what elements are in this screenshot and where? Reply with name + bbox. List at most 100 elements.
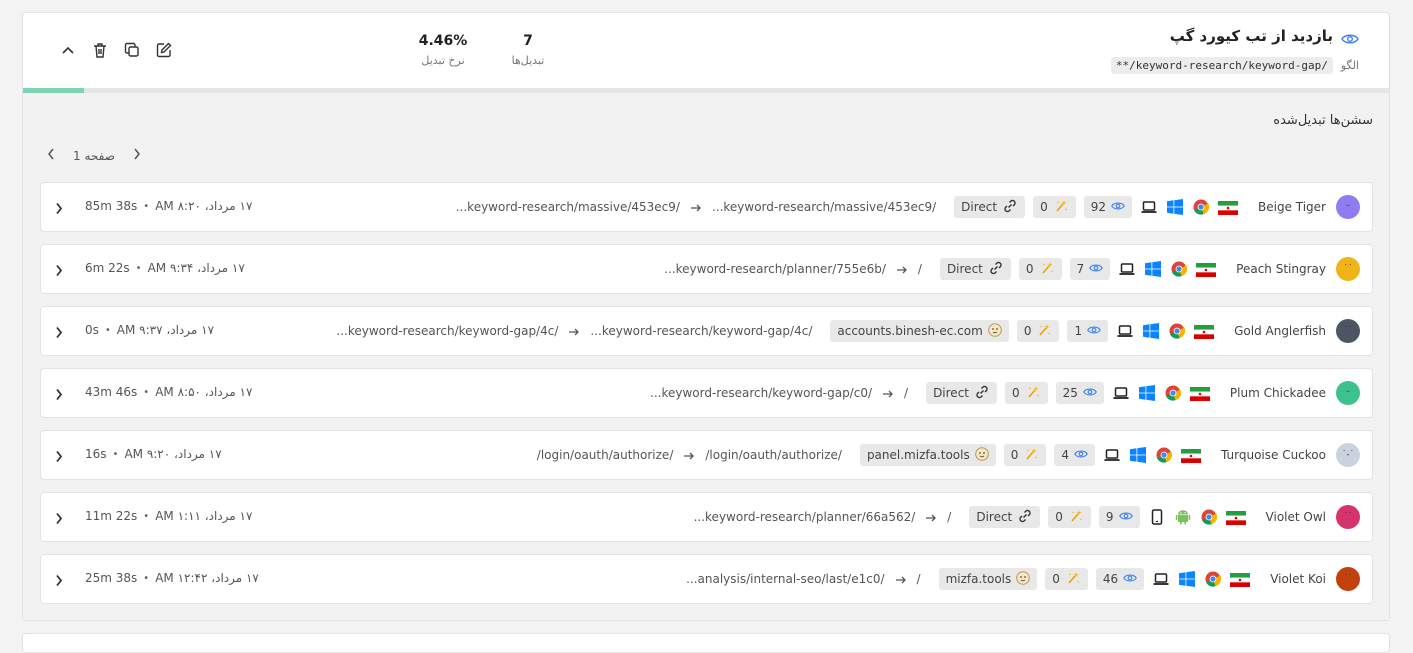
goal-title: بازدید از تب کیورد گپ [1169, 27, 1333, 45]
views-badge: 25 [1055, 382, 1104, 404]
events-count: 0 [1010, 448, 1019, 462]
chrome-icon [1170, 260, 1188, 278]
session-details: /login/oauth/authorize/ /login/oauth/auth… [537, 443, 1360, 467]
session-duration: 85m 38s [85, 199, 138, 213]
conversions-stat: 7 تبدیل‌ها [493, 33, 563, 67]
source-badge: Direct [926, 382, 997, 404]
chevron-right-icon[interactable] [55, 510, 67, 525]
visitor-name: Gold Anglerfish [1234, 324, 1326, 338]
exit-page: ...keyword-research/massive/453ec9/ [455, 200, 680, 214]
rate-label: نرخ تبدیل [421, 54, 465, 67]
windows-icon [1178, 570, 1196, 588]
eye-icon [1074, 448, 1088, 462]
session-row[interactable]: 6m 22s • ۱۷ مرداد، AM ۹:۳۴ ...keyword-resea… [40, 244, 1373, 294]
source-label: Direct [933, 386, 969, 400]
arrow-right-icon [925, 512, 937, 522]
spark-icon [1023, 447, 1039, 464]
session-row[interactable]: 25m 38s • ۱۷ مرداد، AM ۱۲:۴۲ ...analysis/in… [40, 554, 1373, 604]
visitor-name: Plum Chickadee [1229, 386, 1326, 400]
session-details: ...keyword-research/massive/453ec9/ ...ke… [456, 195, 1360, 219]
entry-page: / [947, 510, 952, 524]
exit-page: ...keyword-research/keyword-gap/4c/ [336, 324, 559, 338]
session-details: ...keyword-research/keyword-gap/c0/ / Dire… [650, 381, 1360, 405]
session-date: ۱۷ مرداد، AM ۹:۲۰ [124, 447, 222, 461]
views-badge: 46 [1095, 568, 1145, 590]
views-count: 25 [1062, 386, 1078, 400]
session-meta: 16s • ۱۷ مرداد، AM ۹:۲۰ [85, 447, 222, 461]
prev-page-chevron-icon[interactable] [47, 148, 55, 163]
arrow-right-icon [895, 574, 907, 584]
next-page-chevron-icon[interactable] [133, 148, 141, 163]
copy-icon[interactable] [123, 41, 141, 59]
separator-dot: • [112, 448, 119, 460]
mobile-icon [1148, 508, 1166, 526]
session-meta: 25m 38s • ۱۷ مرداد، AM ۱۲:۴۲ [85, 571, 259, 585]
views-count: 9 [1105, 510, 1114, 524]
session-path: /login/oauth/authorize/ /login/oauth/auth… [537, 448, 842, 462]
session-path: ...keyword-research/keyword-gap/4c/ ...ke… [336, 324, 812, 338]
entry-page: ...keyword-research/massive/453ec9/ [711, 200, 937, 214]
spark-icon [1039, 261, 1055, 278]
events-badge: 0 [1018, 258, 1062, 280]
eye-icon [1083, 386, 1097, 400]
session-details: ...keyword-research/keyword-gap/4c/ ...ke… [336, 319, 1360, 343]
eye-icon [1089, 262, 1104, 276]
iran-flag-icon [1196, 262, 1217, 277]
page-label: صفحه 1 [73, 148, 115, 163]
chevron-up-icon[interactable] [59, 41, 77, 59]
session-row[interactable]: 0s • ۱۷ مرداد، AM ۹:۳۷ ...keyword-research/… [40, 306, 1373, 356]
chevron-right-icon[interactable] [55, 386, 67, 401]
edit-icon[interactable] [155, 41, 173, 59]
source-badge: mizfa.tools [938, 568, 1038, 590]
session-row[interactable]: 11m 22s • ۱۷ مرداد، AM ۱:۱۱ ...keyword-rese… [40, 492, 1373, 542]
iran-flag-icon [1230, 572, 1251, 587]
entry-page: / [916, 572, 921, 586]
eye-icon [1118, 510, 1133, 524]
views-badge: 4 [1054, 444, 1096, 466]
source-label: Direct [961, 200, 998, 214]
session-row[interactable]: 85m 38s • ۱۷ مرداد، AM ۸:۲۰ ...keyword-rese… [40, 182, 1373, 232]
session-meta: 43m 46s • ۱۷ مرداد، AM ۸:۵۰ [85, 385, 252, 399]
chrome-icon [1192, 198, 1210, 216]
chrome-icon [1164, 384, 1182, 402]
chevron-right-icon[interactable] [55, 324, 67, 339]
conversions-value: 7 [523, 33, 533, 49]
events-badge: 0 [1003, 444, 1047, 466]
session-path: ...keyword-research/planner/755e6b/ / [664, 262, 922, 276]
chevron-right-icon[interactable] [55, 262, 67, 277]
views-count: 4 [1061, 448, 1070, 462]
source-label: accounts.binesh-ec.com [837, 324, 983, 338]
source-badge: panel.mizfa.tools [859, 444, 996, 466]
session-duration: 25m 38s [85, 571, 138, 585]
session-path: ...analysis/internal-seo/last/e1c0/ / [686, 572, 921, 586]
iran-flag-icon [1181, 448, 1202, 463]
eye-icon [1111, 200, 1125, 214]
entry-page: / [904, 386, 909, 400]
rate-stat: 4.46% نرخ تبدیل [408, 33, 478, 67]
iran-flag-icon [1225, 510, 1246, 525]
events-count: 0 [1025, 262, 1034, 276]
events-count: 0 [1052, 572, 1060, 586]
session-row[interactable]: 43m 46s • ۱۷ مرداد، AM ۸:۵۰ ...keyword-rese… [40, 368, 1373, 418]
chevron-right-icon[interactable] [55, 200, 67, 215]
avatar: ᵕ [1336, 381, 1360, 405]
avatar: ˙-˙ [1336, 443, 1360, 467]
session-row[interactable]: 16s • ۱۷ مرداد، AM ۹:۲۰/login/oauth/author… [40, 430, 1373, 480]
events-count: 0 [1023, 324, 1032, 338]
chrome-icon [1204, 570, 1222, 588]
chrome-icon [1200, 508, 1218, 526]
session-details: ...analysis/internal-seo/last/e1c0/ / mizf… [686, 567, 1360, 591]
events-badge: 0 [1045, 568, 1088, 590]
chevron-right-icon[interactable] [55, 572, 67, 587]
separator-dot: • [143, 572, 150, 584]
goal-pattern: الگو **/keyword-research/keyword-gap/ [1110, 57, 1359, 74]
session-meta: 0s • ۱۷ مرداد، AM ۹:۳۷ [85, 323, 214, 337]
spark-icon [1025, 385, 1041, 402]
trash-icon[interactable] [91, 41, 109, 59]
chevron-right-icon[interactable] [55, 448, 67, 463]
entry-page: / [917, 262, 922, 276]
arrow-right-icon [568, 326, 580, 336]
exit-page: ...keyword-research/keyword-gap/c0/ [650, 386, 873, 400]
laptop-icon [1140, 198, 1158, 216]
session-date: ۱۷ مرداد، AM ۱:۱۱ [155, 509, 253, 523]
